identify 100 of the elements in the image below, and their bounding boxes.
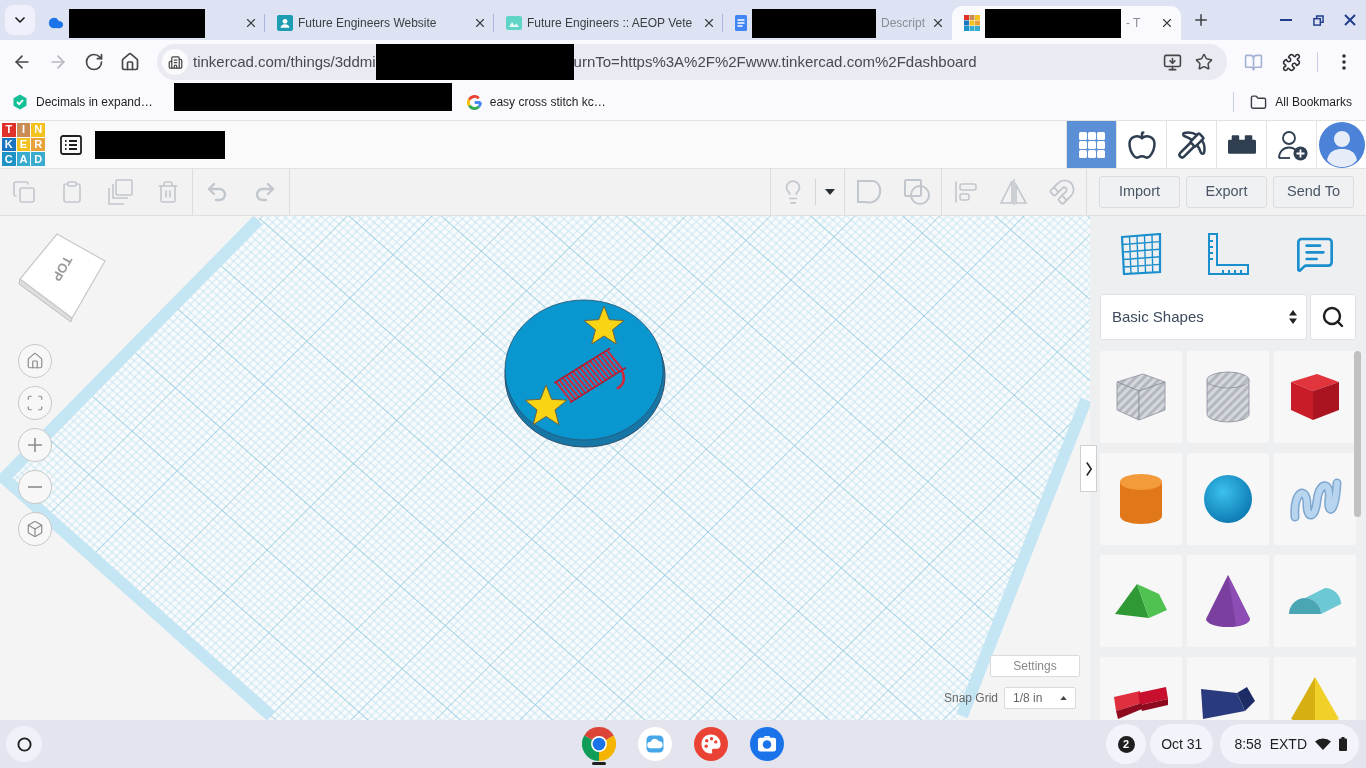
box-hole-shape [1116, 373, 1166, 421]
browser-tab[interactable]: Future Engineers Website [265, 6, 494, 40]
document-icon [735, 15, 747, 31]
shape-tile[interactable] [1100, 555, 1182, 647]
close-icon [1344, 14, 1356, 26]
plus-icon [1192, 11, 1210, 29]
puzzle-icon [1281, 52, 1301, 72]
shape-tile[interactable] [1100, 657, 1182, 720]
snap-grid-select[interactable]: 1/8 in [1004, 687, 1077, 709]
star-icon [1195, 53, 1213, 71]
site-info-button[interactable] [162, 49, 188, 75]
grid-plane-icon [1120, 233, 1162, 275]
add-user-button[interactable] [1266, 121, 1316, 168]
pickaxe-button[interactable] [1166, 121, 1216, 168]
align-icon [954, 180, 978, 204]
shape-tile[interactable] [1274, 453, 1356, 545]
settings-button[interactable]: Settings [990, 655, 1080, 677]
logo-letter: D [31, 152, 45, 166]
brick-icon [1227, 135, 1256, 154]
building-icon [167, 54, 183, 70]
brick-button[interactable] [1216, 121, 1266, 168]
monitor-download-icon [1162, 52, 1182, 72]
all-bookmarks-button[interactable]: All Bookmarks [1246, 88, 1356, 116]
address-bar[interactable]: tinkercad.com/things/3ddmi urnTo=https%3A%2F%2Fwww.tinkercad.com%2Fdashboard [157, 44, 1227, 80]
shape-tile[interactable] [1187, 657, 1269, 720]
user-avatar[interactable] [1316, 121, 1366, 168]
action-button[interactable]: Send To [1273, 176, 1354, 208]
book-icon [1243, 52, 1263, 72]
notification-button[interactable]: 2 [1106, 724, 1147, 764]
scribble-shape [1288, 476, 1342, 522]
url-text: urnTo=https%3A%2F%2Fwww.tinkercad.com%2Fdashboard [573, 51, 977, 72]
plus-icon [28, 438, 42, 452]
close-icon [931, 16, 945, 30]
url-text: tinkercad.com/things/3ddmi [193, 51, 376, 72]
bookmark-link[interactable]: Decimals in expand… [8, 88, 157, 116]
tab-list-button[interactable] [5, 5, 35, 35]
round-roof-shape [1288, 587, 1342, 615]
logo-letter: I [16, 123, 31, 137]
app-button[interactable] [582, 727, 616, 765]
action-button[interactable]: Import [1099, 176, 1180, 208]
restore-icon [1312, 14, 1324, 26]
search-button[interactable] [1310, 294, 1356, 340]
trash-icon [156, 180, 180, 204]
wedge-shape [1200, 686, 1256, 720]
ruler-button[interactable] [1205, 232, 1251, 276]
reload-icon [84, 52, 104, 72]
redo-icon [253, 180, 277, 204]
google-g-icon [466, 94, 482, 110]
cube-icon [26, 520, 44, 538]
action-button[interactable]: Export [1186, 176, 1267, 208]
shape-tile[interactable] [1274, 657, 1356, 720]
shape-library-select[interactable]: Basic Shapes [1100, 294, 1307, 340]
browser-tab[interactable]: Future Engineers :: AEOP Vete [494, 6, 723, 40]
perspective-view-button[interactable] [18, 512, 52, 546]
shape-tile[interactable] [1274, 555, 1356, 647]
cylinder-shape [1119, 473, 1163, 525]
shape-tile[interactable] [1100, 453, 1182, 545]
launcher-button[interactable] [6, 726, 42, 762]
cylinder-hole-shape [1206, 371, 1250, 423]
close-icon [244, 16, 258, 30]
fit-frame-icon [26, 394, 44, 412]
apple-button[interactable] [1116, 121, 1166, 168]
shape-tile[interactable] [1274, 351, 1356, 443]
house-icon [120, 52, 140, 72]
shape-tile[interactable] [1187, 351, 1269, 443]
collapse-panel-button[interactable] [1080, 445, 1097, 492]
search-icon [1321, 305, 1345, 329]
apple-icon [1126, 129, 1157, 160]
pickaxe-icon [1176, 129, 1207, 160]
house-icon [26, 352, 44, 370]
chevron-right-icon [1085, 461, 1092, 476]
wifi-icon [1315, 738, 1331, 750]
shape-tile[interactable] [1187, 555, 1269, 647]
add-user-icon [1275, 128, 1308, 161]
up-down-icon [1289, 310, 1297, 324]
system-tray[interactable]: 8:58 EXTD [1220, 724, 1359, 764]
close-icon [702, 16, 716, 30]
scrollbar-thumb[interactable] [1354, 351, 1361, 517]
shape-tile[interactable] [1100, 351, 1182, 443]
logo-letter: K [2, 137, 16, 152]
grid-icon [1078, 131, 1105, 158]
home-view-button[interactable] [18, 344, 52, 378]
logo-letter: C [2, 152, 16, 166]
merged-shapes-icon [856, 179, 882, 205]
palette-icon [694, 727, 728, 761]
cone-shape [1205, 574, 1251, 628]
pyramid-shape [1290, 676, 1340, 720]
shape-tile[interactable] [1187, 453, 1269, 545]
launcher-ring-icon [16, 736, 32, 752]
sphere-shape [1203, 474, 1253, 524]
minimize-icon [1280, 19, 1292, 21]
bookmark-link[interactable]: easy cross stitch kc… [462, 88, 610, 116]
logo-letter: R [31, 137, 45, 152]
logo-letter: E [16, 137, 31, 152]
caret-up-icon [1060, 696, 1068, 700]
date-button[interactable]: Oct 31 [1150, 724, 1214, 764]
menu-icon [1342, 54, 1346, 70]
snap-grid-label: Snap Grid [944, 690, 999, 707]
cloud-icon [48, 15, 64, 31]
workplane-button[interactable] [1118, 232, 1164, 276]
